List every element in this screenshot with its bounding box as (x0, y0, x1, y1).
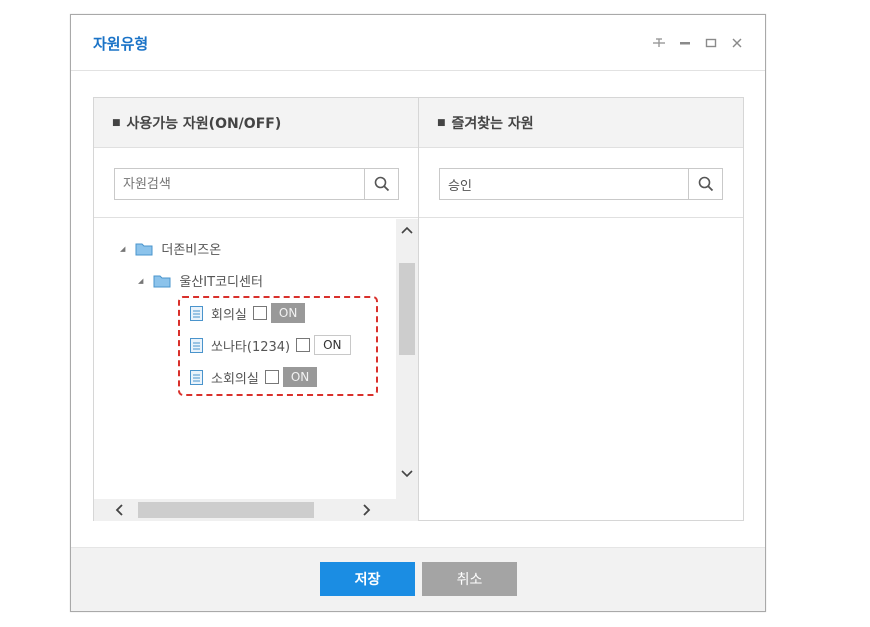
tree-node-root[interactable]: ◢ 더존비즈온 (120, 239, 221, 258)
horizontal-scrollbar[interactable] (94, 499, 396, 521)
folder-icon (135, 243, 153, 255)
folder-icon (153, 275, 171, 287)
dialog-header: 자원유형 (71, 15, 765, 71)
close-icon[interactable] (729, 35, 745, 51)
bullet-icon: ■ (112, 117, 121, 128)
expand-triangle-icon[interactable]: ◢ (138, 277, 143, 285)
resource-panels: ■ 사용가능 자원(ON/OFF) ◢ 더존비즈온 (93, 97, 744, 521)
pin-icon[interactable] (651, 35, 667, 51)
vertical-scrollbar[interactable] (396, 219, 418, 499)
scroll-down-icon[interactable] (396, 463, 418, 485)
dialog-footer: 저장 취소 (71, 547, 765, 611)
favorite-search-box (439, 168, 723, 200)
dialog-title: 자원유형 (93, 35, 149, 53)
highlight-dashed-box (178, 296, 378, 396)
resource-search-button[interactable] (364, 169, 398, 199)
scrollbar-corner (396, 499, 418, 521)
cancel-button[interactable]: 취소 (422, 562, 517, 596)
available-resources-title: 사용가능 자원(ON/OFF) (126, 115, 282, 132)
horizontal-scroll-thumb[interactable] (138, 502, 314, 518)
available-resources-panel: ■ 사용가능 자원(ON/OFF) ◢ 더존비즈온 (94, 98, 419, 521)
resource-search-box (114, 168, 399, 200)
resource-tree-area: ◢ 더존비즈온 ◢ 울산IT코디센터 회의실 ON 쏘나타(1234) ON 소… (94, 219, 418, 521)
save-button[interactable]: 저장 (320, 562, 415, 596)
resource-tree: ◢ 더존비즈온 ◢ 울산IT코디센터 회의실 ON 쏘나타(1234) ON 소… (94, 219, 396, 499)
bullet-icon: ■ (437, 117, 446, 128)
vertical-scroll-thumb[interactable] (399, 263, 415, 355)
scroll-left-icon[interactable] (108, 499, 130, 521)
resource-type-dialog: 자원유형 ■ 사용가능 자원(ON/OFF) 자원검색 ◢ 더존비즈온 ◢ 울산… (70, 14, 766, 612)
resource-search-input[interactable] (115, 169, 364, 199)
maximize-icon[interactable] (703, 35, 719, 51)
favorite-search-input[interactable] (440, 169, 688, 199)
scroll-right-icon[interactable] (356, 499, 378, 521)
available-resources-heading: ■ 사용가능 자원(ON/OFF) (94, 98, 418, 148)
favorite-search-row (419, 148, 743, 218)
favorite-resources-title: 즐겨찾는 자원 (451, 115, 534, 132)
tree-node-label: 울산IT코디센터 (179, 275, 263, 290)
favorite-search-button[interactable] (688, 169, 722, 199)
tree-node-label: 더존비즈온 (161, 243, 222, 258)
favorite-resources-panel: ■ 즐겨찾는 자원 (419, 98, 743, 520)
favorite-resources-heading: ■ 즐겨찾는 자원 (419, 98, 743, 148)
scroll-up-icon[interactable] (396, 219, 418, 241)
resource-search-row (94, 148, 418, 218)
search-icon (698, 176, 713, 192)
search-icon (374, 176, 389, 192)
minimize-icon[interactable] (677, 35, 693, 51)
tree-node-child[interactable]: ◢ 울산IT코디센터 (138, 271, 263, 290)
window-controls (651, 35, 745, 51)
expand-triangle-icon[interactable]: ◢ (120, 245, 125, 253)
